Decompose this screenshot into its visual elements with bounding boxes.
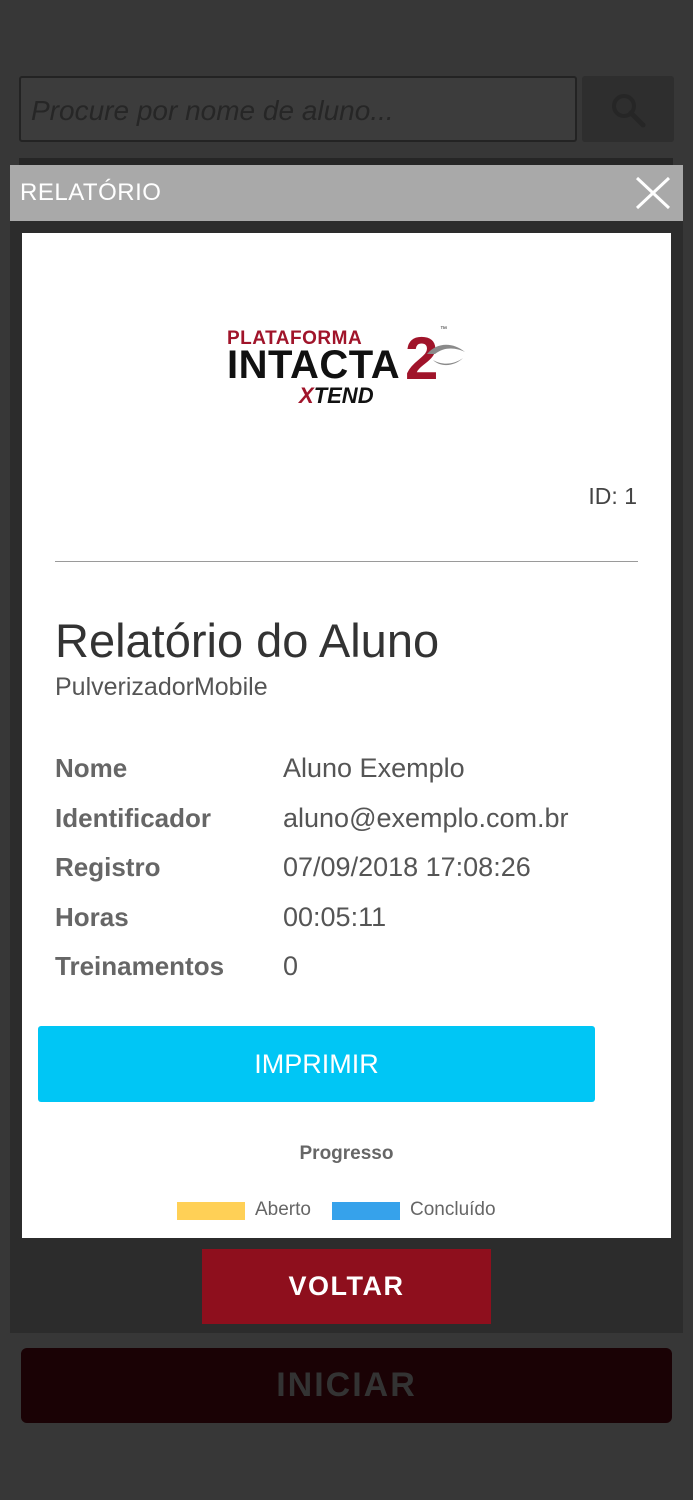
info-row-treinamentos: Treinamentos 0 [55,951,645,991]
back-button[interactable]: VOLTAR [202,1249,491,1324]
info-label: Treinamentos [55,951,225,981]
logo-swoosh-icon [427,344,465,366]
progress-chart-title: Progresso [299,1143,394,1164]
info-value: Aluno Exemplo [283,753,465,783]
report-subtitle: PulverizadorMobile [55,673,268,701]
legend-swatch-aberto [177,1202,245,1220]
legend-label: Concluído [410,1199,496,1220]
info-value: 07/09/2018 17:08:26 [283,852,531,882]
search-icon [612,94,646,128]
info-label: Registro [55,852,161,882]
info-label: Nome [55,753,128,783]
close-icon[interactable] [634,176,672,210]
print-button[interactable]: IMPRIMIR [38,1026,595,1102]
info-label: Horas [55,902,129,932]
search-button[interactable] [582,76,674,142]
info-row-nome: Nome Aluno Exemplo [55,753,645,793]
logo-main-text: INTACTA [227,343,401,387]
divider [55,561,638,562]
logo-sub-suffix: TEND [313,383,374,408]
report-title: Relatório do Aluno [55,614,440,667]
info-row-identificador: Identificador aluno@exemplo.com.br [55,803,645,843]
intacta-logo: PLATAFORMA INTACTA 2 ™ XTEND [227,325,467,410]
info-value: 00:05:11 [283,902,387,932]
logo-sub-prefix: X [299,383,314,408]
info-value: 0 [283,951,299,981]
record-id: ID: 1 [588,483,637,509]
start-button[interactable]: INICIAR [21,1348,672,1423]
info-row-registro: Registro 07/09/2018 17:08:26 [55,852,645,892]
search-placeholder: Procure por nome de aluno... [31,95,394,126]
info-row-horas: Horas 00:05:11 [55,902,645,942]
info-value: aluno@exemplo.com.br [283,803,569,833]
legend-label: Aberto [255,1199,311,1220]
report-modal: RELATÓRIO PLATAFORMA INTACTA 2 ™ XTEND I… [10,165,683,1333]
modal-title: RELATÓRIO [20,179,162,206]
logo-sub-text: XTEND [299,383,374,409]
logo-trademark: ™ [440,326,447,333]
info-label: Identificador [55,803,212,833]
search-input[interactable]: Procure por nome de aluno... [19,76,577,142]
modal-header: RELATÓRIO [10,165,683,221]
report-document: PLATAFORMA INTACTA 2 ™ XTEND ID: 1 Relat… [22,233,671,1238]
legend-swatch-concluido [332,1202,400,1220]
